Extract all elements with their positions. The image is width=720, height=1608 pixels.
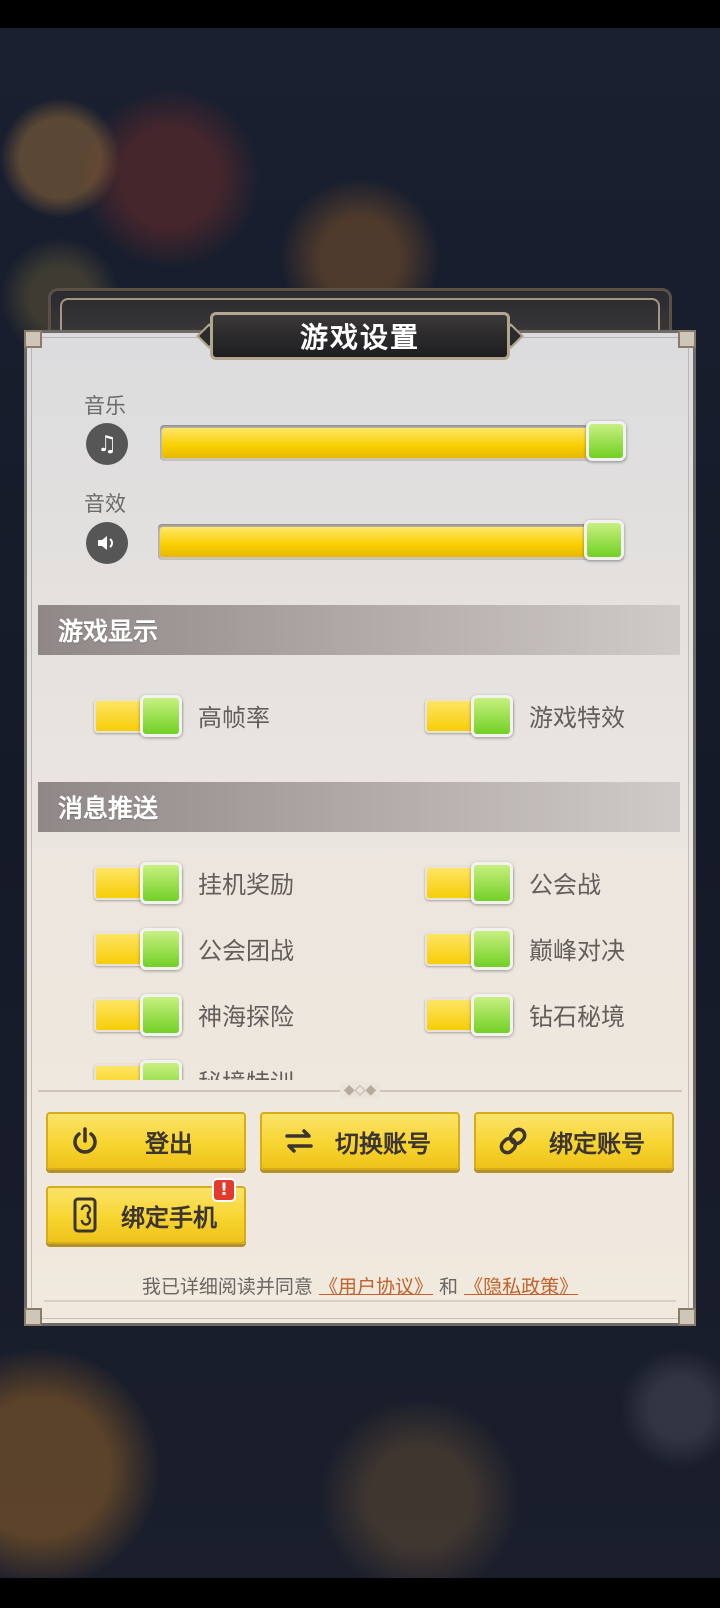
power-icon	[62, 1118, 108, 1164]
corner-ornament	[24, 330, 42, 348]
toggle-switch[interactable]	[425, 862, 515, 904]
toggle-knob	[471, 695, 513, 737]
music-note-icon: ♫	[86, 423, 128, 465]
agreement-text: 我已详细阅读并同意 《用户协议》 和 《隐私政策》	[0, 1272, 720, 1299]
toggle-label: 挂机奖励	[198, 870, 294, 899]
navigation-bar	[0, 1578, 720, 1608]
bind-account-label: 绑定账号	[549, 1129, 645, 1158]
toggle-high-framerate[interactable]: 高帧率	[94, 695, 270, 737]
link-icon	[490, 1118, 536, 1164]
toggle-knob	[471, 994, 513, 1036]
toggle-knob	[471, 928, 513, 970]
toggle-guild-team-battle[interactable]: 公会团战	[94, 928, 294, 970]
toggle-switch[interactable]	[94, 994, 184, 1036]
corner-ornament	[24, 1308, 42, 1326]
music-volume-thumb[interactable]	[586, 421, 626, 461]
toggle-switch[interactable]	[425, 695, 515, 737]
toggle-label: 神海探险	[198, 1002, 294, 1031]
toggle-switch[interactable]	[94, 928, 184, 970]
privacy-policy-link[interactable]: 《隐私政策》	[464, 1276, 578, 1298]
toggle-knob	[140, 994, 182, 1036]
title-plate: 游戏设置	[210, 312, 510, 360]
panel-bottom-trim	[44, 1300, 676, 1312]
sound-effect-volume-fill	[160, 527, 606, 557]
bind-phone-button[interactable]: 绑定手机 !	[46, 1178, 246, 1244]
toggle-label: 公会团战	[198, 936, 294, 965]
toggle-label: 高帧率	[198, 703, 270, 732]
toggle-label: 公会战	[529, 870, 601, 899]
toggle-sea-exploration[interactable]: 神海探险	[94, 994, 294, 1036]
switch-account-label: 切换账号	[335, 1129, 431, 1158]
toggle-game-effects[interactable]: 游戏特效	[425, 695, 625, 737]
section-title: 游戏显示	[58, 617, 159, 646]
sound-effect-volume-slider[interactable]	[158, 520, 624, 560]
section-game-display: 游戏显示	[38, 605, 680, 655]
corner-ornament	[678, 330, 696, 348]
switch-account-button[interactable]: 切换账号	[260, 1112, 460, 1170]
toggle-knob	[471, 862, 513, 904]
toggle-switch[interactable]	[425, 928, 515, 970]
music-volume-fill	[162, 428, 608, 458]
toggle-guild-war[interactable]: 公会战	[425, 862, 601, 904]
bind-phone-label: 绑定手机	[121, 1203, 217, 1232]
corner-ornament	[678, 1308, 696, 1326]
toggle-idle-reward[interactable]: 挂机奖励	[94, 862, 294, 904]
toggle-knob	[140, 862, 182, 904]
speaker-icon	[86, 522, 128, 564]
toggle-peak-duel[interactable]: 巅峰对决	[425, 928, 625, 970]
sound-effect-label: 音效	[84, 492, 126, 516]
agreement-and: 和	[439, 1276, 459, 1298]
toggle-label: 秘境特训	[198, 1063, 294, 1081]
bind-account-button[interactable]: 绑定账号	[474, 1112, 674, 1170]
sound-effect-volume-thumb[interactable]	[584, 520, 624, 560]
toggle-switch[interactable]	[425, 994, 515, 1036]
toggle-switch[interactable]	[94, 1060, 184, 1080]
toggle-switch[interactable]	[94, 862, 184, 904]
agreement-prefix: 我已详细阅读并同意	[141, 1276, 313, 1298]
swap-arrows-icon	[276, 1118, 322, 1164]
logout-button[interactable]: 登出	[46, 1112, 246, 1170]
music-volume-slider[interactable]	[160, 421, 626, 461]
toggle-label: 钻石秘境	[529, 1002, 625, 1031]
toggle-realm-training[interactable]: 秘境特训	[94, 1060, 294, 1080]
page-title: 游戏设置	[299, 321, 420, 354]
logout-label: 登出	[145, 1129, 193, 1158]
toggle-label: 游戏特效	[529, 703, 625, 732]
toggle-switch[interactable]	[94, 695, 184, 737]
toggle-knob	[140, 695, 182, 737]
section-title: 消息推送	[58, 794, 159, 823]
push-toggle-list[interactable]: 挂机奖励 公会战 公会团战 巅峰对决 神海探险 钻石秘境 秘境特训	[28, 840, 692, 1080]
toggle-knob	[140, 928, 182, 970]
toggle-label: 巅峰对决	[529, 936, 625, 965]
section-push-notifications: 消息推送	[38, 782, 680, 832]
alert-badge: !	[212, 1178, 236, 1202]
music-label: 音乐	[84, 394, 126, 418]
toggle-knob	[140, 1060, 182, 1080]
status-bar	[0, 0, 720, 28]
toggle-diamond-realm[interactable]: 钻石秘境	[425, 994, 625, 1036]
user-agreement-link[interactable]: 《用户协议》	[319, 1276, 433, 1298]
divider-ornament: ◆◇◆	[340, 1082, 380, 1098]
phone-icon	[62, 1192, 108, 1238]
